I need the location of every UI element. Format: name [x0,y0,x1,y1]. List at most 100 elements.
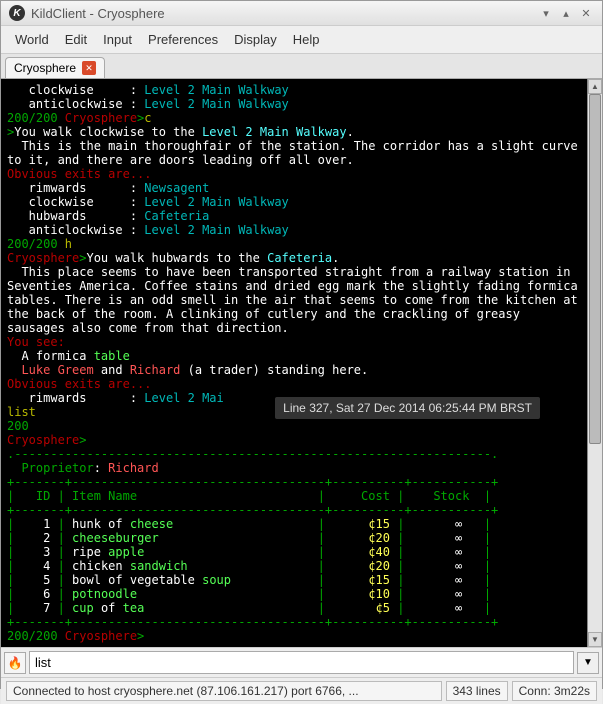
exit-link: Cafeteria [144,209,209,223]
main-window: K KildClient - Cryosphere ▾ ▴ ✕ World Ed… [0,0,603,689]
exit-link: Level 2 Main Walkway [144,83,289,97]
cell: bowl of vegetable [72,573,202,587]
hp: 200/200 [7,237,65,251]
scroll-track[interactable] [588,94,602,632]
statusbar: Connected to host cryosphere.net (87.106… [1,677,602,704]
text: : [94,461,108,475]
npc: Richard [130,363,181,377]
table-row: | [7,601,43,615]
menu-display[interactable]: Display [226,29,285,50]
window-title: KildClient - Cryosphere [31,6,534,21]
menu-preferences[interactable]: Preferences [140,29,226,50]
hp: 200/200 [7,629,65,643]
text: This place seems to have been transporte… [7,265,571,279]
prompt: > [79,433,86,447]
item: cup [72,601,94,615]
scroll-up-icon[interactable]: ▲ [588,79,602,94]
close-icon[interactable]: ✕ [578,5,594,21]
table-row: | [7,559,43,573]
status-time: Conn: 3m22s [512,681,597,701]
table-row: | [7,489,36,503]
room-name: Cafeteria [267,251,332,265]
item: table [94,349,130,363]
item: apple [108,545,144,559]
scroll-thumb[interactable] [589,94,601,444]
exit-link: Level 2 Main Walkway [144,195,289,209]
cost: ¢20 [368,531,390,545]
text: You walk clockwise to the [14,125,202,139]
cmd: list [7,405,36,419]
exits-header: Obvious exits are... [7,167,152,181]
minimize-icon[interactable]: ▾ [538,5,554,21]
tab-cryosphere[interactable]: Cryosphere ✕ [5,57,105,78]
item: tea [123,601,145,615]
col-name: Item Name [72,489,137,503]
table-row: | [7,573,43,587]
text: . [347,125,354,139]
cost: ¢15 [368,517,390,531]
menubar: World Edit Input Preferences Display Hel… [1,26,602,54]
npc: Richard [108,461,159,475]
item: cheeseburger [72,531,159,545]
send-button[interactable]: 🔥 [4,652,26,674]
text: A formica [7,349,94,363]
input-row: 🔥 ▼ [1,647,602,677]
col-id: ID [36,489,50,503]
table-row: | [7,517,43,531]
table-row: | [7,545,43,559]
history-dropdown-button[interactable]: ▼ [577,652,599,674]
titlebar: K KildClient - Cryosphere ▾ ▴ ✕ [1,1,602,26]
text: tables. There is an odd smell in the air… [7,293,578,307]
scrollbar[interactable]: ▲ ▼ [587,79,602,647]
text: clockwise : [7,195,144,209]
text: and [94,363,130,377]
text: anticlockwise : [7,97,144,111]
text: clockwise : [7,83,144,97]
hp: 200/200 [7,111,65,125]
menu-edit[interactable]: Edit [57,29,95,50]
see-header: You see: [7,335,65,349]
terminal-output[interactable]: clockwise : Level 2 Main Walkway anticlo… [1,79,587,647]
line-tooltip: Line 327, Sat 27 Dec 2014 06:25:44 PM BR… [275,397,540,419]
cost: ¢15 [368,573,390,587]
menu-help[interactable]: Help [285,29,328,50]
text: . [332,251,339,265]
text: the back of the room. A clinking of cutl… [7,307,520,321]
text: Seventies America. Coffee stains and dri… [7,279,578,293]
exit-link: Level 2 Main Walkway [144,97,289,111]
tab-label: Cryosphere [14,61,76,75]
table-border: +-------+-------------------------------… [7,615,498,629]
cost: ¢40 [368,545,390,559]
app-icon: K [9,5,25,21]
chevron-down-icon: ▼ [583,657,593,668]
text: hubwards : [7,209,144,223]
exit-link: Level 2 Mai [144,391,223,405]
cost: ¢20 [368,559,390,573]
table-border: +-------+-------------------------------… [7,503,498,517]
text: rimwards : [7,181,144,195]
room-name: Level 2 Main Walkway [202,125,347,139]
world-name: Cryosphere [7,433,79,447]
label: Proprietor [7,461,94,475]
prompt: > [137,629,144,643]
text: rimwards : [7,391,144,405]
scroll-down-icon[interactable]: ▼ [588,632,602,647]
text: (a trader) standing here. [180,363,368,377]
text [7,363,21,377]
col-stock: Stock [433,489,469,503]
maximize-icon[interactable]: ▴ [558,5,574,21]
cell: chicken [72,559,130,573]
hp: 200 [7,419,29,433]
exit-link: Level 2 Main Walkway [144,223,289,237]
menu-world[interactable]: World [7,29,57,50]
player: Luke Greem [21,363,93,377]
table-row: | [7,587,43,601]
cmd: h [65,237,72,251]
world-name: Cryosphere [7,251,79,265]
cost: ¢10 [368,587,390,601]
exit-link: Newsagent [144,181,209,195]
tab-close-icon[interactable]: ✕ [82,61,96,75]
menu-input[interactable]: Input [95,29,140,50]
command-input[interactable] [29,651,574,674]
status-lines: 343 lines [446,681,508,701]
